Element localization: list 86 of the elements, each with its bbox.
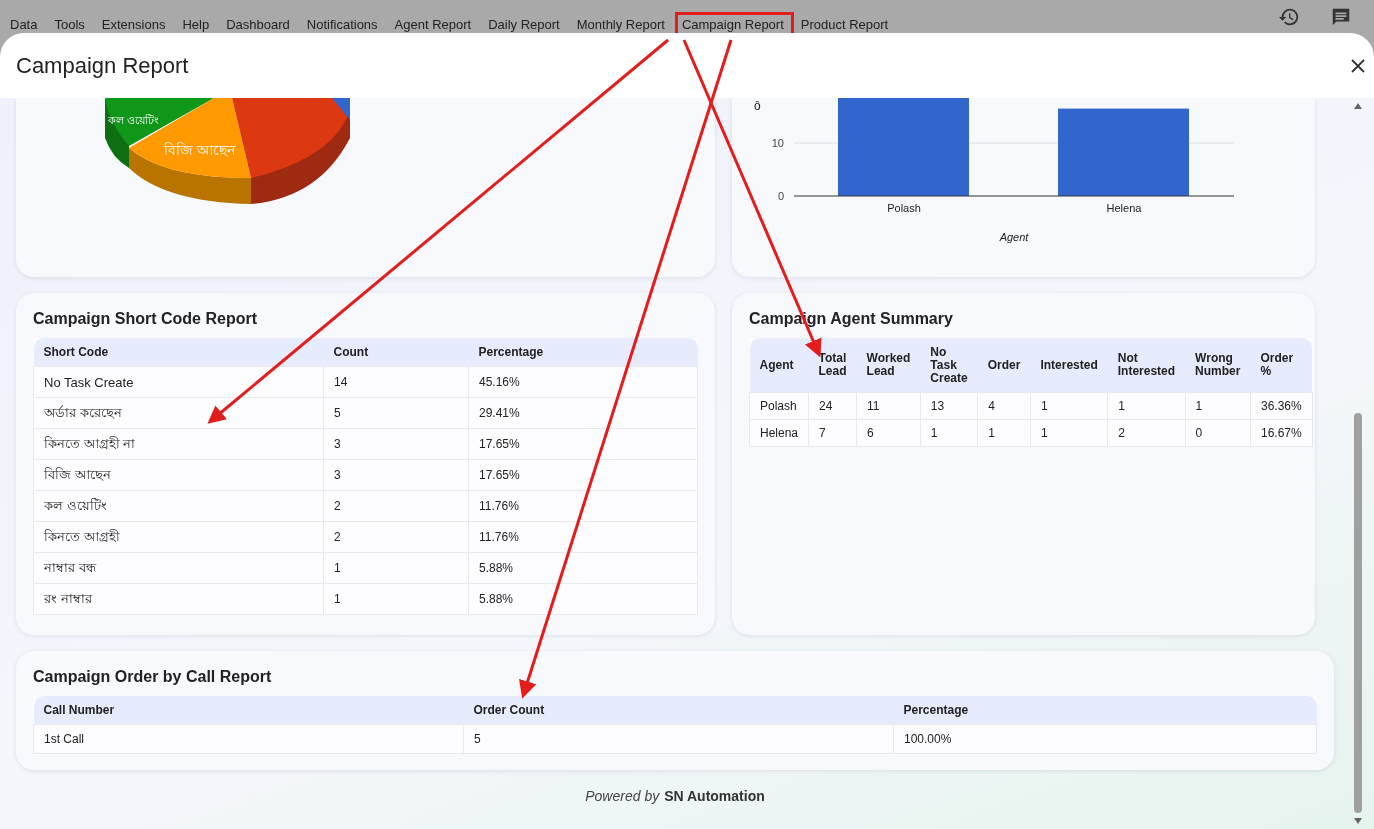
table-cell: Helena [749,419,809,447]
section-title: Campaign Short Code Report [33,309,258,329]
table-cell: 1st Call [33,724,464,754]
table-cell: 5.88% [468,552,698,584]
column-header: Order [977,338,1031,393]
tick-label: 10 [771,137,784,150]
table-cell: 1 [1030,419,1108,447]
column-header: Order % [1250,338,1313,393]
scroll-up-icon[interactable] [1353,102,1363,110]
table-cell: 13 [920,392,978,420]
table-cell: 5.88% [468,583,698,615]
table-cell: 36.36% [1250,392,1313,420]
table-cell: 3 [323,428,469,460]
menu-item[interactable]: Tools [47,12,95,37]
table-cell: 2 [1107,419,1186,447]
table-cell: 14 [323,366,469,398]
scrollbar-thumb[interactable] [1354,413,1362,813]
table-cell: 11.76% [468,521,698,553]
table-cell: 16.67% [1250,419,1313,447]
table-cell: 3 [323,459,469,491]
column-header: Count [323,338,469,367]
table-cell: 11.76% [468,490,698,522]
menu-item[interactable]: Extensions [94,12,176,37]
table-cell: 1 [323,552,469,584]
table-cell: 1 [1107,392,1186,420]
table-cell: 5 [463,724,894,754]
category-label: Polash [887,202,921,214]
menu-item[interactable]: Data [3,12,48,37]
table-cell: 1 [920,419,978,447]
table-cell: 45.16% [468,366,698,398]
column-header: Percentage [468,338,698,367]
category-label: Helena [1106,202,1142,214]
column-header: Call Number [33,696,464,725]
table-cell: 17.65% [468,459,698,491]
table-cell: রং নাম্বার [33,583,324,615]
column-header: No Task Create [920,338,978,393]
slice-label: কল ওয়েটিং [108,114,160,126]
column-header: Percentage [893,696,1317,725]
table-cell: 100.00% [893,724,1317,754]
menu-item[interactable]: Help [175,12,220,37]
close-icon[interactable] [1350,57,1366,74]
section-title: Campaign Order by Call Report [33,667,273,687]
column-header: Wrong Number [1185,338,1251,393]
menu-item[interactable]: Agent Report [387,12,482,37]
table-cell: No Task Create [33,366,324,398]
table-cell: নাম্বার বন্ধ [33,552,324,584]
column-header: Agent [749,338,809,393]
table-cell: 29.41% [468,397,698,429]
dialog-title: Campaign Report [16,52,189,79]
footer-text: Powered by [585,788,660,804]
table-cell: 2 [323,490,469,522]
column-header: Not Interested [1107,338,1186,393]
table-cell: 1 [977,419,1031,447]
table-cell: 7 [808,419,857,447]
column-header: Interested [1030,338,1108,393]
table-cell: Polash [749,392,809,420]
table-cell: কিনতে আগ্রহী না [33,428,324,460]
table-cell: কল ওয়েটিং [33,490,324,522]
menu-item[interactable]: Notifications [299,12,388,37]
table-cell: 17.65% [468,428,698,460]
column-header: Short Code [33,338,324,367]
table-cell: 1 [323,583,469,615]
menu-item[interactable]: Monthly Report [569,12,675,37]
table-cell: বিজি আছেন [33,459,324,491]
table-cell: 0 [1185,419,1251,447]
column-header: Order Count [463,696,894,725]
menu-item[interactable]: Product Report [793,12,899,37]
table-cell: 1 [1030,392,1108,420]
axis-label: ô [754,99,761,113]
scroll-down-icon[interactable] [1353,817,1363,825]
axis-title: Agent [999,231,1029,243]
table-cell: 1 [1185,392,1251,420]
table-cell: কিনতে আগ্রহী [33,521,324,553]
brand-name: SN Automation [664,788,765,804]
table-cell: 24 [808,392,857,420]
slice-label: বিজি আছেন [164,142,235,158]
table-cell: 4 [977,392,1031,420]
menu-item[interactable]: Daily Report [481,12,570,37]
column-header: Worked Lead [856,338,921,393]
tick-label: 0 [777,190,784,202]
table-cell: অর্ডার করেছেন [33,397,324,429]
table-cell: 11 [856,392,921,420]
table-cell: 6 [856,419,921,447]
table-cell: 5 [323,397,469,429]
menu-item[interactable]: Dashboard [219,12,300,37]
table-cell: 2 [323,521,469,553]
